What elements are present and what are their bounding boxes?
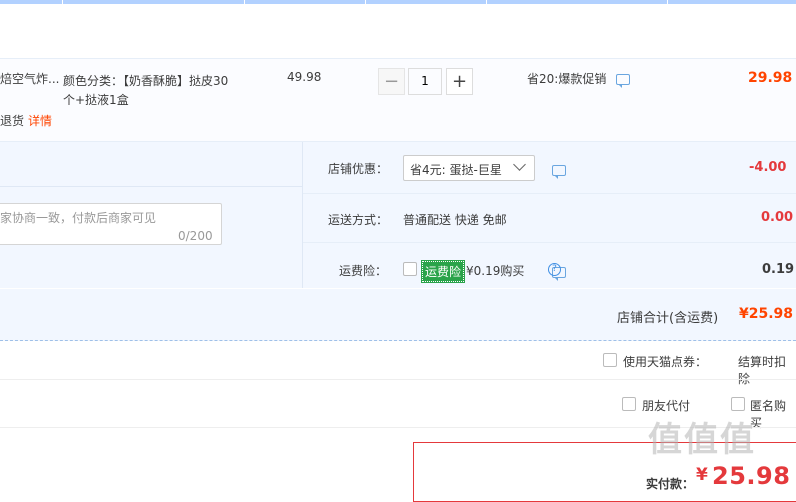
friend-pay-checkbox[interactable] — [622, 397, 636, 411]
header-divider — [486, 0, 487, 4]
payment-label: 实付款： — [646, 477, 695, 491]
shipping-label: 运送方式： — [328, 213, 389, 227]
item-status: 退货 详情 — [0, 112, 52, 129]
item-subtotal: 29.98 — [748, 70, 793, 86]
item-sku-line1: 颜色分类：【奶香酥脆】挞皮30 — [63, 74, 229, 88]
item-status-text: 退货 — [0, 114, 25, 128]
chat-icon[interactable] — [616, 74, 631, 88]
detail-link[interactable]: 详情 — [28, 114, 52, 128]
help-icon[interactable]: ? — [548, 263, 561, 276]
promo-info: 省20:爆款促销 — [527, 70, 631, 88]
anonymous-label: 匿名购买 — [750, 399, 787, 430]
insurance-checkbox[interactable] — [403, 262, 417, 276]
quantity-input[interactable]: 1 — [408, 68, 442, 95]
shipping-value: 0.00 — [761, 210, 794, 225]
payment-currency: ¥ — [696, 465, 708, 485]
header-divider — [667, 0, 668, 4]
tmall-coupon-checkbox[interactable] — [603, 353, 617, 367]
unit-price: 49.98 — [287, 70, 322, 84]
tmall-coupon-note: 结算时扣除 — [738, 355, 787, 386]
shop-discount-selected: 省4元: 蛋挞-巨星 — [410, 163, 502, 177]
chat-icon[interactable] — [552, 165, 566, 179]
message-counter: 0/200 — [178, 229, 213, 243]
payment-amount: 25.98 — [712, 462, 791, 490]
insurance-price: ¥0.19购买 — [466, 264, 525, 278]
message-placeholder: 家协商一致，付款后商家可见 — [0, 211, 157, 225]
shipping-method: 普通配送 快递 免邮 — [403, 213, 507, 227]
store-total-value: ¥25.98 — [739, 306, 794, 322]
divider — [302, 142, 303, 288]
insurance-label: 运费险： — [339, 264, 388, 278]
increase-button[interactable]: + — [446, 68, 473, 95]
insurance-value: 0.19 — [762, 262, 795, 277]
watermark: 值值值 — [648, 420, 756, 460]
divider — [303, 193, 796, 194]
divider — [0, 379, 796, 380]
decrease-button[interactable]: − — [378, 68, 405, 95]
divider — [0, 186, 302, 187]
tmall-coupon-label: 使用天猫点券： — [623, 355, 708, 369]
insurance-badge: 运费险 — [420, 260, 466, 283]
store-total-label: 店铺合计(含运费) — [617, 311, 719, 326]
header-divider — [244, 0, 245, 4]
anonymous-checkbox[interactable] — [731, 397, 745, 411]
shop-discount-label: 店铺优惠： — [328, 162, 389, 176]
header-divider — [62, 0, 63, 4]
divider — [303, 242, 796, 243]
item-title[interactable]: 焙空气炸... — [0, 70, 59, 87]
promo-text: 省20:爆款促销 — [527, 72, 607, 86]
item-sku-line2: 个+挞液1盒 — [63, 93, 129, 107]
shop-discount-value: -4.00 — [749, 160, 787, 175]
header-divider — [365, 0, 366, 4]
table-header-bar — [0, 0, 796, 4]
